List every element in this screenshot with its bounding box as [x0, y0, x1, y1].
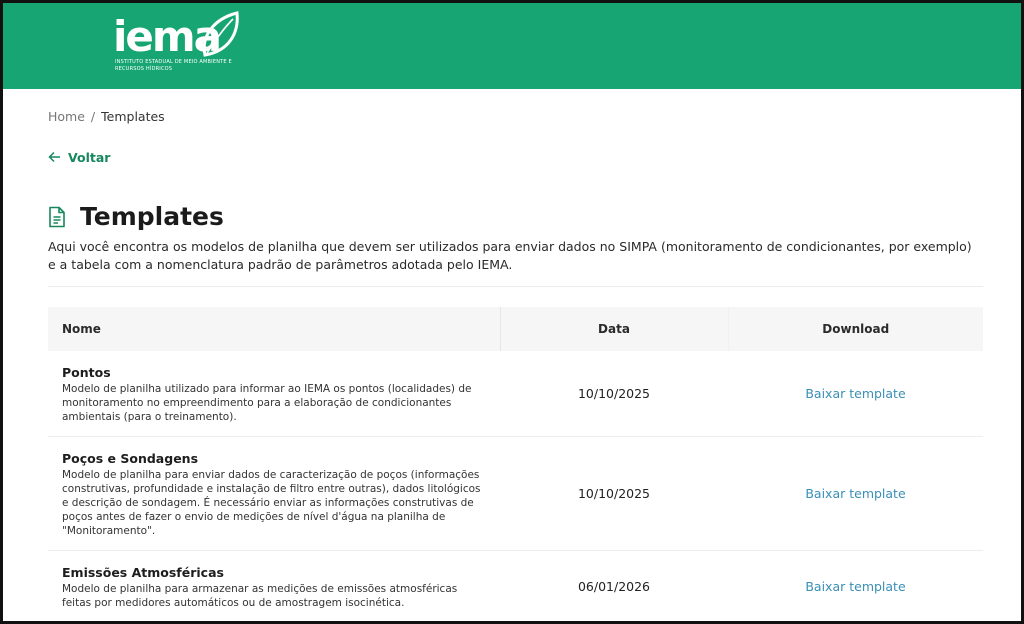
page-description: Aqui você encontra os modelos de planilh… [48, 239, 972, 272]
template-title: Pontos [62, 365, 111, 380]
header-download: Download [822, 322, 890, 336]
table-row: Emissões Atmosféricas Modelo de planilha… [48, 551, 983, 622]
table-header-row: Nome Data Download [48, 307, 983, 351]
page-title: Templates [80, 201, 224, 231]
breadcrumb-separator: / [90, 109, 96, 124]
download-cell: Baixar template [728, 551, 983, 622]
main-content: Home / Templates Voltar Templates Aqui voc… [3, 109, 1021, 622]
download-cell: Baixar template [728, 351, 983, 437]
template-date: 10/10/2025 [577, 486, 651, 501]
site-header: iema INSTITUTO ESTADUAL DE MEIO AMBIENTE… [3, 3, 1021, 89]
leaf-icon [202, 11, 239, 57]
template-description: Modelo de planilha para enviar dados de … [62, 469, 481, 537]
download-template-link[interactable]: Baixar template [805, 486, 905, 501]
template-date: 06/01/2026 [577, 579, 651, 594]
document-icon [49, 206, 65, 228]
header-date: Data [500, 307, 729, 351]
name-cell: Poços e Sondagens Modelo de planilha par… [48, 437, 500, 551]
table-row: Pontos Modelo de planilha utilizado para… [48, 351, 983, 437]
template-title: Emissões Atmosféricas [62, 565, 224, 580]
template-description: Modelo de planilha para armazenar as med… [62, 583, 458, 609]
iema-logo[interactable]: iema INSTITUTO ESTADUAL DE MEIO AMBIENTE… [113, 11, 243, 81]
back-label: Voltar [68, 149, 111, 165]
page-title-row: Templates [48, 198, 976, 234]
name-cell: Emissões Atmosféricas Modelo de planilha… [48, 551, 500, 622]
breadcrumb-current: Templates [101, 109, 165, 124]
download-cell: Baixar template [728, 437, 983, 551]
back-link[interactable]: Voltar [48, 149, 976, 165]
download-template-link[interactable]: Baixar template [805, 579, 905, 594]
arrow-left-icon [48, 151, 60, 163]
breadcrumb-home[interactable]: Home [48, 109, 85, 124]
template-description: Modelo de planilha utilizado para inform… [62, 383, 472, 423]
app-frame: iema INSTITUTO ESTADUAL DE MEIO AMBIENTE… [0, 0, 1024, 624]
breadcrumb: Home / Templates [48, 109, 976, 127]
templates-table: Nome Data Download Pontos Modelo de plan… [48, 307, 983, 622]
name-cell: Pontos Modelo de planilha utilizado para… [48, 351, 500, 437]
logo-subtitle: INSTITUTO ESTADUAL DE MEIO AMBIENTE E RE… [115, 59, 232, 72]
template-date: 10/10/2025 [577, 386, 651, 401]
template-title: Poços e Sondagens [62, 451, 199, 466]
download-template-link[interactable]: Baixar template [805, 386, 905, 401]
header-name: Nome [48, 307, 501, 351]
table-row: Poços e Sondagens Modelo de planilha par… [48, 437, 983, 551]
divider [48, 286, 983, 287]
